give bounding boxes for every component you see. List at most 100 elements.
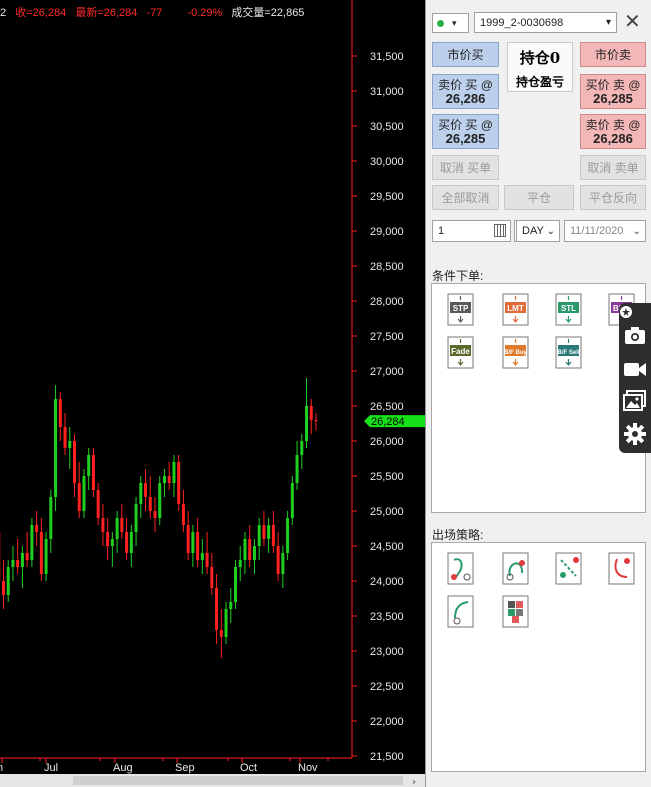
y-tick-label: 27,500 [370, 331, 404, 343]
cancel-buy-button[interactable]: 取消 买单 [432, 155, 499, 180]
price-chart[interactable]: 31,500 31,000 30,500 30,000 29,500 29,000 28,5… [0, 0, 425, 787]
exit-icon-4[interactable] [607, 551, 637, 587]
candle-body [101, 518, 105, 532]
candle-body [200, 553, 204, 560]
lmt-order-icon[interactable]: LMT [501, 292, 531, 326]
sell-at-ask-label: 卖价 卖 @ [585, 117, 641, 132]
exit-icon-1[interactable] [446, 551, 476, 587]
candle-body [158, 483, 162, 518]
y-tick-label: 22,000 [370, 716, 404, 728]
last-price-label: 26,284 [371, 416, 405, 428]
candle-body [35, 525, 39, 532]
flatten-button[interactable]: 平仓 [504, 185, 574, 210]
y-tick-label: 23,500 [370, 611, 404, 623]
candle-body [243, 539, 247, 560]
exit-icon-3[interactable] [554, 551, 584, 587]
stl-order-icon[interactable]: STL [554, 292, 584, 326]
exit-icon-2[interactable] [501, 551, 531, 587]
candle-body [63, 427, 67, 448]
y-tick-label: 30,000 [370, 156, 404, 168]
candle-body [205, 553, 209, 567]
candle-body [167, 476, 171, 483]
account-select[interactable]: 1999_2-0030698 ▾ [474, 12, 617, 33]
position-box: 持仓0 持仓盈亏 [507, 42, 573, 92]
market-buy-button[interactable]: 市价买 [432, 42, 499, 67]
candle-body [82, 476, 86, 511]
cancel-sell-button[interactable]: 取消 卖单 [580, 155, 646, 180]
reverse-label: 平仓反向 [588, 190, 637, 205]
fade-order-icon[interactable]: Fade [446, 335, 476, 369]
candle-body [210, 567, 214, 588]
scrollbar-thumb [73, 776, 403, 785]
quantity-input[interactable]: 1 [432, 220, 511, 242]
video-icon[interactable] [623, 357, 647, 381]
candle-body [134, 504, 138, 532]
candle-body [248, 539, 252, 560]
quote-prefix: 2 [0, 7, 7, 19]
gallery-icon[interactable] [623, 389, 647, 413]
tif-select[interactable]: DAY ⌄ [516, 220, 560, 242]
y-tick-label: 31,500 [370, 51, 404, 63]
candle-body [144, 483, 148, 497]
quote-volume: 成交量=22,865 [231, 7, 305, 19]
buy-at-ask-price: 26,286 [445, 90, 486, 106]
candle-body [191, 532, 195, 553]
sell-at-ask-button[interactable]: 卖价 卖 @ 26,286 [580, 114, 646, 149]
candle-body [238, 560, 242, 567]
candle-body [1, 581, 5, 595]
quote-last: 最新=26,284 [75, 7, 138, 19]
candle-body [39, 532, 43, 574]
candle-body [11, 560, 15, 567]
candle-body [271, 525, 275, 546]
exit-icon-6[interactable] [501, 594, 531, 630]
candle-body [257, 525, 261, 546]
buy-at-bid-button[interactable]: 买价 买 @ 26,285 [432, 114, 499, 149]
bfbuy-order-icon-graphic: B/F Buy [502, 336, 529, 369]
gear-icon[interactable] [623, 422, 647, 446]
candlestick-chart: 31,500 31,000 30,500 30,000 29,500 29,000 28,5… [0, 0, 425, 787]
candle-body [120, 518, 124, 532]
candle-body [286, 518, 290, 553]
x-tick-label: Sep [175, 762, 195, 774]
y-tick-label: 29,000 [370, 226, 404, 238]
candle-body [300, 441, 304, 455]
status-dropdown[interactable]: ▾ [432, 13, 469, 33]
quote-bar: 2 收=26,284 最新=26,284 -77 -0.29% 成交量=22,8… [0, 4, 310, 22]
pin-icon[interactable] [619, 305, 633, 319]
exit-strategy-label: 出场策略: [432, 528, 484, 542]
y-tick-label: 28,000 [370, 296, 404, 308]
exit-icon-5[interactable] [446, 594, 476, 630]
close-icon[interactable]: ✕ [624, 11, 641, 33]
market-sell-label: 市价卖 [594, 47, 631, 62]
bfbuy-order-icon[interactable]: B/F Buy [501, 335, 531, 369]
bfsell-order-icon[interactable]: B/F Sell [554, 335, 584, 369]
candle-body [234, 567, 237, 602]
y-tick-label: 21,500 [370, 751, 404, 763]
candle-body [6, 567, 10, 595]
camera-icon[interactable] [623, 323, 647, 347]
candle-body [229, 602, 233, 609]
date-select[interactable]: 11/11/2020 ⌄ [564, 220, 646, 242]
market-sell-button[interactable]: 市价卖 [580, 42, 646, 67]
candle-body [215, 588, 219, 630]
candle-body [305, 406, 309, 441]
buy-at-ask-button[interactable]: 卖价 买 @ 26,286 [432, 74, 499, 109]
x-tick-label: Nov [298, 762, 318, 774]
candle-body [267, 525, 271, 539]
candle-body [196, 532, 200, 560]
fade-order-icon-graphic: Fade [447, 336, 474, 369]
y-tick-label: 22,500 [370, 681, 404, 693]
candle-body [25, 553, 29, 560]
candle-body [153, 511, 157, 518]
date-value: 11/11/2020 [570, 225, 624, 237]
candle-body [30, 525, 34, 560]
cancel-all-button[interactable]: 全部取消 [432, 185, 499, 210]
candle-body [91, 455, 95, 490]
stp-order-icon-graphic: STP [447, 293, 474, 326]
candle-body [224, 609, 228, 637]
calculator-icon[interactable] [494, 224, 506, 237]
sell-at-bid-button[interactable]: 买价 卖 @ 26,285 [580, 74, 646, 109]
cancel-buy-label: 取消 买单 [439, 160, 492, 175]
reverse-button[interactable]: 平仓反向 [580, 185, 646, 210]
stp-order-icon[interactable]: STP [446, 292, 476, 326]
